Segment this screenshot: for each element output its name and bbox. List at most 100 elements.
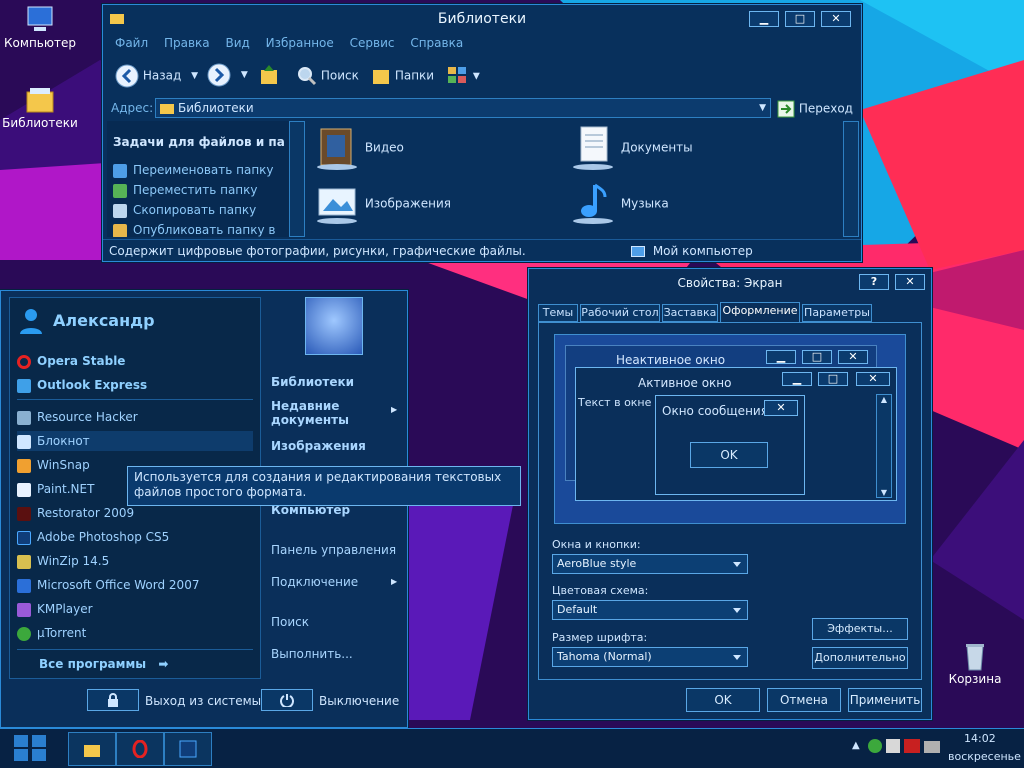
folder-item-images[interactable]: Изображения [313, 179, 451, 228]
pinned-outlook-express[interactable]: Outlook Express [17, 375, 253, 395]
menu-file[interactable]: Файл [115, 36, 148, 50]
tray-clock-time[interactable]: 14:02 [964, 732, 996, 745]
address-input[interactable]: Библиотеки ▼ [155, 98, 771, 118]
taskbar-photoshop-button[interactable] [164, 732, 212, 766]
desktop-icon-recycle-bin[interactable]: Корзина [935, 640, 1015, 686]
explorer-titlebar[interactable]: Библиотеки [103, 5, 861, 33]
start-images[interactable]: Изображения [271, 439, 366, 453]
menu-tools[interactable]: Сервис [350, 36, 395, 50]
content-scrollbar[interactable] [843, 121, 859, 237]
start-control-panel[interactable]: Панель управления [271, 543, 396, 557]
apply-button[interactable]: Применить [848, 688, 922, 712]
start-menu: Александр Opera Stable Outlook Express R… [0, 290, 408, 728]
task-publish-folder[interactable]: Опубликовать папку в [113, 223, 275, 237]
status-location: Мой компьютер [631, 244, 753, 258]
lock-icon [108, 693, 118, 707]
menu-bar: Файл Правка Вид Избранное Сервис Справка [115, 36, 475, 50]
menu-help[interactable]: Справка [410, 36, 463, 50]
tab-appearance[interactable]: Оформление [720, 302, 800, 323]
video-folder-icon [317, 128, 357, 170]
forward-button[interactable]: ▼ [207, 63, 248, 87]
desktop-icon-libraries[interactable]: Библиотеки [0, 84, 80, 130]
tab-themes[interactable]: Темы [538, 304, 578, 322]
start-recent-documents[interactable]: Недавние документы [271, 399, 361, 427]
task-move-folder[interactable]: Переместить папку [113, 183, 258, 198]
help-button[interactable]: ? [859, 274, 889, 290]
ati-icon [904, 739, 920, 753]
go-button[interactable]: Переход [777, 98, 853, 119]
start-run[interactable]: Выполнить... [271, 647, 353, 661]
start-libraries[interactable]: Библиотеки [271, 375, 354, 389]
start-button[interactable] [10, 733, 50, 763]
back-button[interactable]: Назад ▼ [115, 63, 198, 87]
effects-button[interactable]: Эффекты... [812, 618, 908, 640]
windows-buttons-select[interactable]: AeroBlue style [552, 554, 748, 574]
menu-view[interactable]: Вид [225, 36, 249, 50]
preview-maximize-button: □ [802, 350, 832, 364]
maximize-button[interactable]: □ [785, 11, 815, 27]
menu-edit[interactable]: Правка [164, 36, 210, 50]
taskbar-opera-button[interactable] [116, 732, 164, 766]
start-connect[interactable]: Подключение [271, 575, 358, 589]
program-word[interactable]: Microsoft Office Word 2007 [17, 575, 253, 595]
desktop-icon-label: Корзина [948, 672, 1002, 686]
photoshop-icon [179, 740, 197, 758]
shutdown-label[interactable]: Выключение [319, 694, 399, 708]
chevron-down-icon: ▼ [880, 488, 888, 497]
program-utorrent[interactable]: µTorrent [17, 623, 253, 643]
start-search[interactable]: Поиск [271, 615, 309, 629]
chevron-right-icon: ▶ [391, 577, 398, 586]
close-button[interactable]: ✕ [895, 274, 925, 290]
task-copy-folder[interactable]: Скопировать папку [113, 203, 256, 218]
task-pane-scrollbar[interactable] [289, 121, 305, 237]
utorrent-icon [868, 739, 882, 753]
up-folder-icon[interactable] [259, 63, 281, 87]
program-photoshop[interactable]: Adobe Photoshop CS5 [17, 527, 253, 547]
program-notepad[interactable]: Блокнот [17, 431, 253, 451]
folder-item-video[interactable]: Видео [313, 123, 404, 172]
window-title: Библиотеки [437, 11, 527, 27]
logoff-label[interactable]: Выход из системы [145, 694, 261, 708]
program-winzip[interactable]: WinZip 14.5 [17, 551, 253, 571]
tab-screensaver[interactable]: Заставка [662, 304, 718, 322]
program-kmplayer[interactable]: KMPlayer [17, 599, 253, 619]
logoff-icon-button[interactable] [87, 689, 139, 711]
minimize-button[interactable]: ▁ [749, 11, 779, 27]
desktop-icon-computer[interactable]: Компьютер [0, 4, 80, 50]
address-label: Адрес: [111, 101, 154, 115]
program-restorator[interactable]: Restorator 2009 [17, 503, 253, 523]
chevron-down-icon[interactable]: ▼ [759, 99, 766, 117]
kmplayer-icon [17, 602, 31, 617]
pinned-opera[interactable]: Opera Stable [17, 351, 253, 371]
tab-desktop[interactable]: Рабочий стол [580, 304, 660, 322]
views-icon [448, 67, 466, 83]
all-programs-button[interactable]: Все программы ➡ [39, 657, 168, 671]
color-scheme-select[interactable]: Default [552, 600, 748, 620]
cancel-button[interactable]: Отмена [767, 688, 841, 712]
chevron-down-icon[interactable]: ▼ [191, 71, 198, 81]
tray-show-hidden-icon[interactable]: ▲ [852, 740, 860, 751]
tooltip: Используется для создания и редактирован… [127, 466, 521, 506]
ok-button[interactable]: OK [686, 688, 760, 712]
font-size-select[interactable]: Tahoma (Normal) [552, 647, 748, 667]
folder-icon [84, 745, 100, 757]
folders-button[interactable]: Папки [371, 65, 434, 86]
outlook-icon [17, 378, 31, 393]
folder-item-music[interactable]: Музыка [569, 179, 669, 228]
rename-icon [113, 163, 127, 178]
search-button[interactable]: Поиск [297, 65, 359, 86]
taskbar-explorer-button[interactable] [68, 732, 116, 766]
resource-hacker-icon [17, 410, 31, 425]
tab-settings[interactable]: Параметры [802, 304, 872, 322]
shutdown-icon-button[interactable] [261, 689, 313, 711]
task-pane-header: Задачи для файлов и па [113, 135, 285, 149]
task-rename-folder[interactable]: Переименовать папку [113, 163, 274, 178]
advanced-button[interactable]: Дополнительно [812, 647, 908, 669]
menu-favorites[interactable]: Избранное [266, 36, 334, 50]
views-button[interactable]: ▼ [447, 65, 480, 85]
chevron-down-icon: ▼ [472, 71, 480, 82]
program-resource-hacker[interactable]: Resource Hacker [17, 407, 253, 427]
chevron-down-icon[interactable]: ▼ [241, 70, 248, 80]
close-button[interactable]: ✕ [821, 11, 851, 27]
folder-item-documents[interactable]: Документы [569, 123, 693, 172]
